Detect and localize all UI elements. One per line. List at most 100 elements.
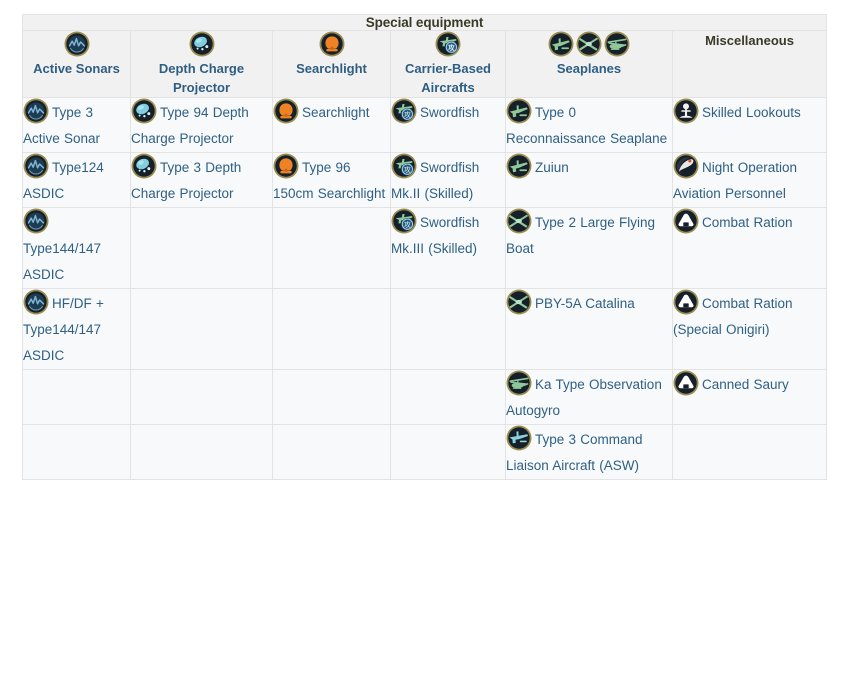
empty-cell xyxy=(272,369,391,425)
carrier-plane-icon: 攻 xyxy=(391,98,417,124)
table-row: Type124 ASDIC Type 3 Depth Charge Project… xyxy=(22,152,827,208)
sonar-icon xyxy=(23,98,49,124)
equipment-cell: Type 3 Active Sonar xyxy=(22,97,131,153)
equipment-cell: Night Operation Aviation Personnel xyxy=(672,152,827,208)
table-header-row: Active Sonars Depth Charge Projector Searc… xyxy=(22,30,827,98)
column-header-label[interactable]: Depth Charge Projector xyxy=(131,59,272,97)
seaplane-icon xyxy=(548,31,574,57)
empty-cell xyxy=(130,369,273,425)
column-header-seaplanes: Seaplanes xyxy=(505,30,673,98)
column-header-label: Miscellaneous xyxy=(705,33,794,48)
equipment-label[interactable]: Skilled Lookouts xyxy=(702,105,801,120)
equipment-cell: Type 3 Depth Charge Projector xyxy=(130,152,273,208)
equipment-cell: Type 94 Depth Charge Projector xyxy=(130,97,273,153)
column-header-icons xyxy=(131,31,272,57)
empty-cell xyxy=(672,424,827,480)
carrier-plane-icon: 攻 xyxy=(391,153,417,179)
equipment-cell: Type 96 150cm Searchlight xyxy=(272,152,391,208)
equipment-cell: 攻 Swordfish xyxy=(390,97,506,153)
equipment-label[interactable]: Zuiun xyxy=(535,160,569,175)
ration-icon xyxy=(673,289,699,315)
empty-cell xyxy=(272,207,391,289)
equipment-label[interactable]: Searchlight xyxy=(302,105,370,120)
column-header-label[interactable]: Carrier-Based Aircrafts xyxy=(391,59,505,97)
equipment-cell: Searchlight xyxy=(272,97,391,153)
page-root: Special equipment Active Sonars Depth Cha… xyxy=(0,0,850,673)
equipment-cell: 攻 Swordfish Mk.II (Skilled) xyxy=(390,152,506,208)
depth-charge-icon xyxy=(189,31,215,57)
column-header-label[interactable]: Active Sonars xyxy=(23,59,130,78)
ration-icon xyxy=(673,370,699,396)
special-equipment-table: Special equipment Active Sonars Depth Cha… xyxy=(22,14,827,480)
equipment-cell: Ka Type Observation Autogyro xyxy=(505,369,673,425)
liaison-plane-icon xyxy=(506,425,532,451)
equipment-label[interactable]: Combat Ration xyxy=(702,215,793,230)
equipment-cell: Skilled Lookouts xyxy=(672,97,827,153)
depth-charge-icon xyxy=(131,98,157,124)
flyingboat-icon xyxy=(576,31,602,57)
night-aviation-icon xyxy=(673,153,699,179)
lookout-icon xyxy=(673,98,699,124)
equipment-label[interactable]: Type144/147 ASDIC xyxy=(23,241,101,282)
equipment-cell: Combat Ration (Special Onigiri) xyxy=(672,288,827,370)
empty-cell xyxy=(22,424,131,480)
empty-cell xyxy=(390,369,506,425)
column-header-active-sonars: Active Sonars xyxy=(22,30,131,98)
sonar-icon xyxy=(23,153,49,179)
svg-text:攻: 攻 xyxy=(448,43,455,52)
searchlight-icon xyxy=(273,153,299,179)
column-header-icons xyxy=(273,31,390,57)
sonar-icon xyxy=(23,208,49,234)
equipment-cell: 攻 Swordfish Mk.III (Skilled) xyxy=(390,207,506,289)
table-row: Ka Type Observation Autogyro Canned Saury xyxy=(22,369,827,425)
empty-cell xyxy=(390,424,506,480)
table-head: Special equipment Active Sonars Depth Cha… xyxy=(22,14,827,98)
equipment-cell: Zuiun xyxy=(505,152,673,208)
table-body: Type 3 Active Sonar Type 94 Depth Charge … xyxy=(22,97,827,480)
empty-cell xyxy=(272,424,391,480)
svg-text:攻: 攻 xyxy=(404,110,411,119)
depth-charge-icon xyxy=(131,153,157,179)
sonar-icon xyxy=(23,289,49,315)
equipment-cell: HF/DF + Type144/147 ASDIC xyxy=(22,288,131,370)
column-header-miscellaneous: Miscellaneous xyxy=(672,30,827,98)
svg-text:攻: 攻 xyxy=(404,220,411,229)
equipment-cell: Type 0 Reconnaissance Seaplane xyxy=(505,97,673,153)
seaplane-icon xyxy=(506,153,532,179)
carrier-plane-icon: 攻 xyxy=(391,208,417,234)
autogyro-icon xyxy=(604,31,630,57)
sonar-icon xyxy=(64,31,90,57)
equipment-cell: Type 2 Large Flying Boat xyxy=(505,207,673,289)
table-row: HF/DF + Type144/147 ASDIC PBY-5A Catalina… xyxy=(22,288,827,370)
searchlight-icon xyxy=(273,98,299,124)
svg-text:攻: 攻 xyxy=(404,165,411,174)
equipment-label[interactable]: Canned Saury xyxy=(702,377,789,392)
table-row: Type144/147 ASDIC 攻 Swordfish Mk.III (Skil… xyxy=(22,207,827,289)
column-header-label[interactable]: Seaplanes xyxy=(506,59,672,78)
table-title-row: Special equipment xyxy=(22,14,827,31)
flyingboat-icon xyxy=(506,289,532,315)
flyingboat-icon xyxy=(506,208,532,234)
column-header-icons xyxy=(506,31,672,57)
table-row: Type 3 Command Liaison Aircraft (ASW) xyxy=(22,424,827,480)
seaplane-icon xyxy=(506,98,532,124)
ration-icon xyxy=(673,208,699,234)
column-header-icons xyxy=(23,31,130,57)
column-header-depth-charge-projector: Depth Charge Projector xyxy=(130,30,273,98)
autogyro-icon xyxy=(506,370,532,396)
empty-cell xyxy=(130,288,273,370)
equipment-label[interactable]: Swordfish xyxy=(420,105,479,120)
empty-cell xyxy=(22,369,131,425)
equipment-cell: Combat Ration xyxy=(672,207,827,289)
equipment-cell: Type124 ASDIC xyxy=(22,152,131,208)
equipment-cell: Type144/147 ASDIC xyxy=(22,207,131,289)
empty-cell xyxy=(130,207,273,289)
searchlight-icon xyxy=(319,31,345,57)
empty-cell xyxy=(130,424,273,480)
column-header-icons: 攻 xyxy=(391,31,505,57)
empty-cell xyxy=(390,288,506,370)
equipment-cell: PBY-5A Catalina xyxy=(505,288,673,370)
column-header-label[interactable]: Searchlight xyxy=(273,59,390,78)
equipment-label[interactable]: PBY-5A Catalina xyxy=(535,296,635,311)
table-title: Special equipment xyxy=(22,14,827,31)
